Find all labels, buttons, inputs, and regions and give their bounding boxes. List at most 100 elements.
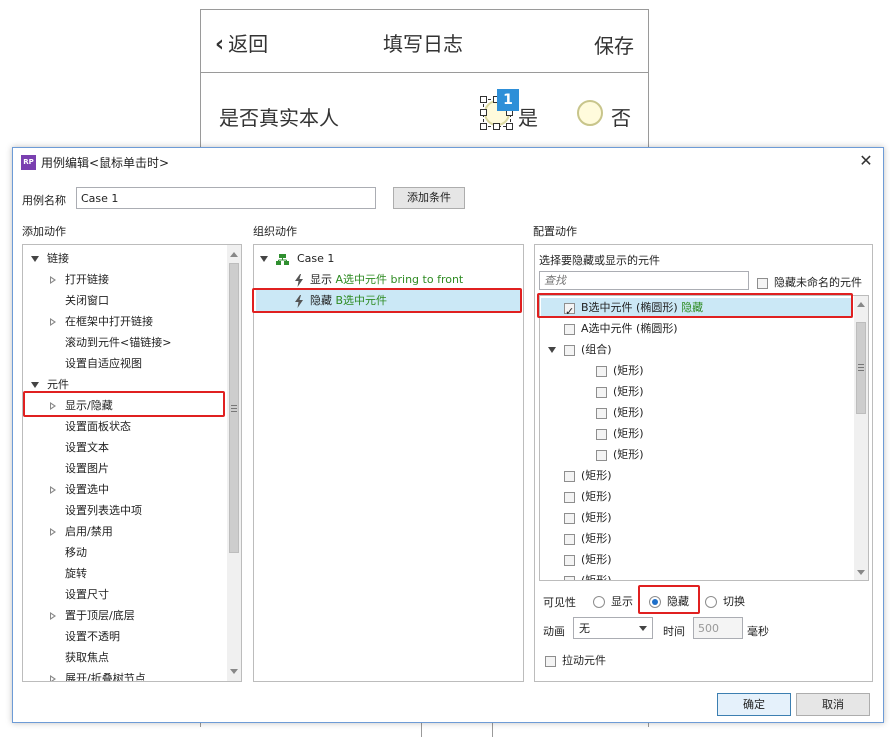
widget-row[interactable]: (矩形) xyxy=(580,423,644,444)
time-input[interactable] xyxy=(693,617,743,639)
action-item[interactable]: 移动 xyxy=(50,542,87,563)
resize-handle[interactable] xyxy=(480,96,487,103)
collapse-icon[interactable] xyxy=(50,402,56,410)
scroll-thumb[interactable] xyxy=(856,322,866,414)
expand-icon[interactable] xyxy=(31,256,39,262)
save-button[interactable]: 保存 xyxy=(594,30,634,59)
collapse-icon[interactable] xyxy=(50,486,56,494)
widget-checkbox[interactable] xyxy=(564,323,575,335)
animation-select[interactable]: 无 xyxy=(573,617,653,639)
configure-action-header: 配置动作 xyxy=(533,225,577,238)
action-item[interactable]: 设置不透明 xyxy=(50,626,120,647)
widget-row[interactable]: (矩形) xyxy=(548,570,612,580)
action-item[interactable]: 关闭窗口 xyxy=(50,290,109,311)
action-item[interactable]: 设置选中 xyxy=(50,479,109,500)
resize-handle[interactable] xyxy=(480,109,487,116)
action-verb: 显示 xyxy=(310,273,332,286)
action-item[interactable]: 旋转 xyxy=(50,563,87,584)
add-actions-scrollbar[interactable] xyxy=(227,245,241,681)
collapse-icon[interactable] xyxy=(50,612,56,620)
radio-circle[interactable] xyxy=(649,596,661,608)
collapse-icon[interactable] xyxy=(50,675,56,681)
interaction-badge: 1 xyxy=(497,89,519,111)
widget-row[interactable]: (矩形) xyxy=(580,360,644,381)
action-item[interactable]: 设置文本 xyxy=(50,437,109,458)
scroll-up-arrow[interactable] xyxy=(230,252,238,257)
widget-row[interactable]: A选中元件 (椭圆形) xyxy=(548,318,678,339)
radio-circle[interactable] xyxy=(705,596,717,608)
scroll-up-arrow[interactable] xyxy=(857,302,865,307)
widget-checkbox[interactable] xyxy=(564,491,575,503)
action-item[interactable]: 打开链接 xyxy=(50,269,109,290)
checkbox-box[interactable] xyxy=(545,655,556,667)
action-item[interactable]: 显示/隐藏 xyxy=(50,395,113,416)
action-item[interactable]: 获取焦点 xyxy=(50,647,109,668)
widget-row[interactable]: (矩形) xyxy=(580,402,644,423)
widget-row[interactable]: (矩形) xyxy=(548,465,612,486)
action-item[interactable]: 设置列表选中项 xyxy=(50,500,142,521)
action-item[interactable]: 置于顶层/底层 xyxy=(50,605,135,626)
action-row-hide[interactable]: 隐藏 B选中元件 xyxy=(294,290,387,311)
widget-checkbox[interactable] xyxy=(596,449,607,461)
action-category[interactable]: 元件 xyxy=(31,374,69,395)
ok-button[interactable]: 确定 xyxy=(717,693,791,716)
widget-checkbox[interactable] xyxy=(596,407,607,419)
widget-row[interactable]: (矩形) xyxy=(580,381,644,402)
collapse-icon[interactable] xyxy=(50,318,56,326)
widget-checkbox[interactable] xyxy=(596,428,607,440)
case-node[interactable]: Case 1 xyxy=(260,248,334,269)
action-row-show[interactable]: 显示 A选中元件 bring to front xyxy=(294,269,463,290)
widget-checkbox[interactable] xyxy=(564,344,575,356)
no-radio-circle[interactable] xyxy=(577,100,603,126)
widget-checkbox[interactable] xyxy=(596,386,607,398)
radio-circle[interactable] xyxy=(593,596,605,608)
widget-row[interactable]: (矩形) xyxy=(548,528,612,549)
widget-list-scrollbar[interactable] xyxy=(854,296,868,580)
collapse-icon[interactable] xyxy=(50,528,56,536)
widget-checkbox[interactable] xyxy=(564,554,575,566)
drag-widgets-checkbox[interactable]: 拉动元件 xyxy=(545,652,606,668)
action-item[interactable]: 设置图片 xyxy=(50,458,109,479)
resize-handle[interactable] xyxy=(493,123,500,130)
add-condition-button[interactable]: 添加条件 xyxy=(393,187,465,209)
resize-handle[interactable] xyxy=(506,123,513,130)
widget-checkbox[interactable] xyxy=(564,470,575,482)
expand-icon[interactable] xyxy=(31,382,39,388)
expand-icon[interactable] xyxy=(548,347,556,353)
widget-checkbox[interactable] xyxy=(564,575,575,580)
action-category[interactable]: 链接 xyxy=(31,248,69,269)
collapse-icon[interactable] xyxy=(50,276,56,284)
resize-handle[interactable] xyxy=(480,123,487,130)
visibility-toggle-radio[interactable]: 切换 xyxy=(705,593,745,609)
hide-unnamed-checkbox[interactable]: 隐藏未命名的元件 xyxy=(757,274,862,290)
widget-search-input[interactable] xyxy=(539,271,749,290)
cancel-button[interactable]: 取消 xyxy=(796,693,870,716)
action-item[interactable]: 设置尺寸 xyxy=(50,584,109,605)
back-button[interactable]: ‹ 返回 xyxy=(215,28,268,57)
widget-checkbox[interactable] xyxy=(596,365,607,377)
widget-row[interactable]: (组合) xyxy=(548,339,612,360)
close-icon[interactable]: ✕ xyxy=(857,151,875,170)
widget-row[interactable]: (矩形) xyxy=(548,549,612,570)
widget-row[interactable]: B选中元件 (椭圆形) 隐藏 xyxy=(548,297,703,322)
action-item[interactable]: 在框架中打开链接 xyxy=(50,311,153,332)
widget-checkbox[interactable] xyxy=(564,512,575,524)
widget-checkbox[interactable] xyxy=(564,301,575,322)
checkbox-box[interactable] xyxy=(757,277,768,289)
action-item[interactable]: 设置面板状态 xyxy=(50,416,131,437)
scroll-down-arrow[interactable] xyxy=(857,570,865,575)
widget-row[interactable]: (矩形) xyxy=(548,507,612,528)
widget-checkbox[interactable] xyxy=(564,533,575,545)
visibility-show-radio[interactable]: 显示 xyxy=(593,593,633,609)
action-item[interactable]: 滚动到元件<锚链接> xyxy=(50,332,171,353)
action-item[interactable]: 启用/禁用 xyxy=(50,521,113,542)
expand-icon[interactable] xyxy=(260,256,268,262)
widget-row[interactable]: (矩形) xyxy=(580,444,644,465)
visibility-hide-radio[interactable]: 隐藏 xyxy=(649,593,689,609)
widget-row[interactable]: (矩形) xyxy=(548,486,612,507)
case-name-input[interactable] xyxy=(76,187,376,209)
action-item[interactable]: 设置自适应视图 xyxy=(50,353,142,374)
action-item[interactable]: 展开/折叠树节点 xyxy=(50,668,146,681)
scroll-down-arrow[interactable] xyxy=(230,669,238,674)
scroll-grip xyxy=(858,367,864,368)
